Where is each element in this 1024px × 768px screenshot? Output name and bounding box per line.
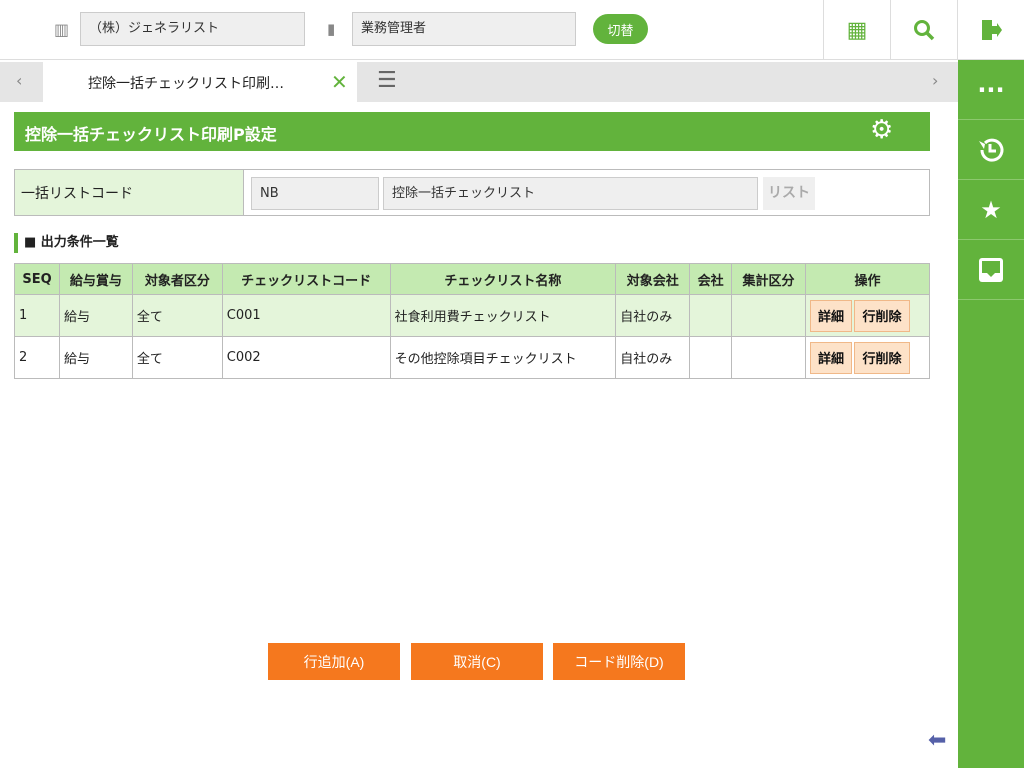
right-sidebar: ··· ★: [958, 60, 1024, 768]
table-row: 1 給与 全て C001 社食利用費チェックリスト 自社のみ 詳細 行削除: [14, 294, 930, 337]
section-title: ■ 出力条件一覧: [14, 233, 119, 253]
cell-company: [689, 294, 733, 337]
detail-button[interactable]: 詳細: [810, 299, 853, 332]
cell-target: 全て: [131, 294, 223, 337]
close-tab-icon[interactable]: ✕: [331, 70, 348, 94]
building-icon: ▥: [54, 20, 70, 39]
tab-scroll-right[interactable]: ›: [932, 71, 938, 90]
tab-bar: ‹ 控除一括チェックリスト印刷… ✕ ☰ ›: [0, 62, 958, 102]
cell-summary: [731, 294, 807, 337]
column-header: 操作: [805, 263, 930, 295]
column-header: 給与賞与: [58, 263, 133, 295]
cell-seq: 1: [14, 294, 60, 337]
cell-company_scope: 自社のみ: [615, 294, 691, 337]
cell-target: 全て: [131, 336, 223, 379]
conditions-table: SEQ 給与賞与 対象者区分 チェックリストコード チェックリスト名称 対象会社 会社 集計区…: [14, 263, 930, 379]
add-tab-icon[interactable]: ☰: [377, 68, 397, 93]
role-field[interactable]: 業務管理者: [352, 12, 576, 46]
star-icon[interactable]: ★: [958, 180, 1024, 240]
list-code-row: 一括リストコード NB 控除一括チェックリスト リスト: [14, 169, 930, 216]
clipboard-icon: ▮: [327, 20, 336, 38]
column-header: 対象会社: [615, 263, 691, 295]
cell-actions: 詳細 行削除: [805, 336, 930, 379]
grid-menu-icon[interactable]: ▦: [824, 0, 890, 60]
column-header: 対象者区分: [131, 263, 223, 295]
cell-name: その他控除項目チェックリスト: [389, 336, 617, 379]
cell-code: C001: [221, 294, 391, 337]
add-row-button[interactable]: 行追加(A): [268, 643, 400, 680]
cell-company_scope: 自社のみ: [615, 336, 691, 379]
cancel-button[interactable]: 取消(C): [411, 643, 543, 680]
cell-seq: 2: [14, 336, 60, 379]
list-code-input[interactable]: NB: [251, 177, 379, 210]
cell-summary: [731, 336, 807, 379]
column-header: SEQ: [14, 263, 60, 295]
cell-name: 社食利用費チェックリスト: [389, 294, 617, 337]
delete-code-button[interactable]: コード削除(D): [553, 643, 685, 680]
cell-code: C002: [221, 336, 391, 379]
cell-company: [689, 336, 733, 379]
cell-type: 給与: [58, 336, 133, 379]
gear-icon[interactable]: ⚙: [870, 115, 893, 145]
logout-icon[interactable]: [958, 0, 1024, 60]
column-header: 会社: [689, 263, 733, 295]
page-title-bar: 控除一括チェックリスト印刷P設定 ⚙: [14, 112, 930, 151]
column-header: チェックリストコード: [221, 263, 391, 295]
inbox-icon[interactable]: [958, 240, 1024, 300]
switch-button[interactable]: 切替: [593, 14, 648, 44]
collapse-arrow-icon[interactable]: ⬅: [928, 728, 946, 753]
top-bar: ▥ （株）ジェネラリスト ▮ 業務管理者 切替 ▦: [0, 0, 1024, 60]
list-button[interactable]: リスト: [763, 177, 815, 210]
column-header: 集計区分: [731, 263, 807, 295]
tab-scroll-left[interactable]: ‹: [16, 71, 22, 90]
page-title: 控除一括チェックリスト印刷P設定: [25, 125, 277, 144]
detail-button[interactable]: 詳細: [810, 341, 853, 374]
table-row: 2 給与 全て C002 その他控除項目チェックリスト 自社のみ 詳細 行削除: [14, 336, 930, 379]
search-icon[interactable]: [891, 0, 957, 60]
list-name-input[interactable]: 控除一括チェックリスト: [383, 177, 758, 210]
company-field[interactable]: （株）ジェネラリスト: [80, 12, 305, 46]
tab-label: 控除一括チェックリスト印刷…: [88, 76, 284, 92]
list-code-label: 一括リストコード: [15, 170, 244, 215]
history-icon[interactable]: [958, 120, 1024, 180]
delete-row-button[interactable]: 行削除: [854, 341, 911, 374]
more-icon[interactable]: ···: [958, 60, 1024, 120]
cell-actions: 詳細 行削除: [805, 294, 930, 337]
delete-row-button[interactable]: 行削除: [854, 299, 911, 332]
cell-type: 給与: [58, 294, 133, 337]
tab-active[interactable]: 控除一括チェックリスト印刷… ✕: [43, 62, 357, 102]
column-header: チェックリスト名称: [389, 263, 617, 295]
